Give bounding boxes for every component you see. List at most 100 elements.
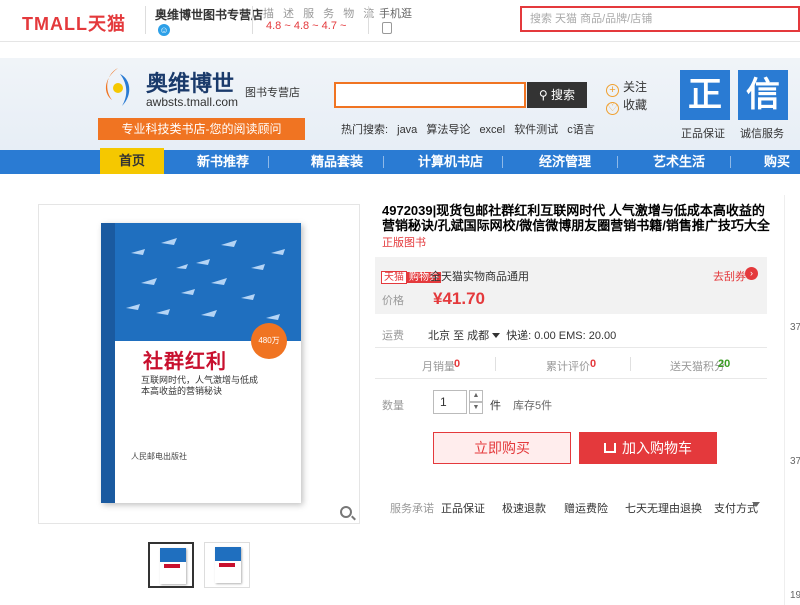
thumbnail-1[interactable] xyxy=(148,542,194,588)
service-fast-refund[interactable]: 极速退款 xyxy=(502,500,546,516)
store-name[interactable]: 奥维博世图书专营店 xyxy=(155,6,263,23)
mobile-icon[interactable] xyxy=(382,22,392,34)
reviews-label: 累计评价 xyxy=(546,361,590,373)
divider xyxy=(375,378,767,379)
integrity-badge-label: 诚信服务 xyxy=(740,128,784,140)
product-main-image[interactable]: 480万 社群红利 互联网时代，人气激增与低成本高收益的营销秘诀 人民邮电出版社 xyxy=(38,204,360,524)
nav-separator xyxy=(383,156,384,168)
coupon-link[interactable]: 去刮券 xyxy=(713,268,746,284)
nav-item-purchase-notes[interactable]: 购买须知 xyxy=(764,150,800,193)
top-bar: TMALL天猫 奥维博世图书专营店 ☺ 描 述 服 务 物 流 4.8 ~ 4.… xyxy=(0,0,800,42)
ratings-values[interactable]: 4.8 ~ 4.8 ~ 4.7 ~ xyxy=(266,20,346,32)
points-label: 送天猫积分 xyxy=(670,361,725,373)
promo-text: 全天猫实物商品通用 xyxy=(430,271,529,283)
mobile-shop-link[interactable]: 手机逛 xyxy=(379,5,412,21)
nav-separator xyxy=(617,156,618,168)
chevron-down-icon[interactable] xyxy=(752,502,760,507)
ship-destination-select[interactable]: 成都 xyxy=(467,330,489,342)
chevron-right-icon[interactable]: › xyxy=(745,267,758,280)
follow-button[interactable]: + 关注 xyxy=(606,78,647,97)
zoom-icon[interactable] xyxy=(340,506,352,518)
book-cover-title: 社群红利 xyxy=(143,351,227,373)
heart-icon: ♡ xyxy=(606,102,619,115)
edge-number: 19 xyxy=(790,590,800,601)
divider xyxy=(252,6,253,34)
ship-to-word: 至 xyxy=(453,330,465,342)
hot-search: 热门搜索: java 算法导论 excel 软件测试 c语言 xyxy=(341,121,601,137)
store-badge-icon[interactable]: ☺ xyxy=(158,24,170,36)
collect-button[interactable]: ♡ 收藏 xyxy=(606,96,647,115)
brand-title[interactable]: 奥维博世 xyxy=(146,66,234,98)
edge-number: 37 xyxy=(790,456,800,467)
nav-item-home[interactable]: 首页 xyxy=(100,148,164,174)
nav-separator xyxy=(502,156,503,168)
shipping-info: 北京 至 成都 快递: 0.00 EMS: 20.00 xyxy=(428,327,616,343)
integrity-badge-icon[interactable]: 信 xyxy=(738,70,788,120)
ship-from: 北京 xyxy=(428,330,450,342)
ship-detail: 快递: 0.00 EMS: 20.00 xyxy=(506,330,617,342)
tmall-logo-cn: 天猫 xyxy=(87,14,126,34)
nav-item-bundles[interactable]: 精品套装 xyxy=(311,150,363,174)
quantity-increase-icon[interactable]: ▲ xyxy=(469,390,483,402)
book-spine xyxy=(101,223,115,503)
hot-search-item[interactable]: java xyxy=(397,124,417,136)
nav-item-computer-books[interactable]: 计算机书店 xyxy=(418,150,483,174)
tmall-badge-text: 天猫 xyxy=(381,271,407,284)
hot-search-item[interactable]: c语言 xyxy=(567,124,595,136)
nav-item-new-books[interactable]: 新书推荐 xyxy=(197,150,249,174)
chevron-down-icon[interactable] xyxy=(492,333,501,338)
divider xyxy=(368,6,369,34)
price-label: 价格 xyxy=(382,295,404,307)
nav-item-economics[interactable]: 经济管理 xyxy=(539,150,591,174)
book-circle-badge: 480万 xyxy=(251,323,287,359)
store-search-input[interactable] xyxy=(334,82,526,108)
service-label: 服务承诺 xyxy=(390,503,434,515)
edge-number: 37 xyxy=(790,322,800,333)
quantity-label: 数量 xyxy=(382,400,404,412)
store-search-button[interactable]: ⚲ 搜索 xyxy=(527,82,587,108)
collect-label: 收藏 xyxy=(623,98,648,112)
cart-icon xyxy=(604,443,616,453)
brand-subtitle: 图书专营店 xyxy=(245,87,300,99)
authentic-badge-icon[interactable]: 正 xyxy=(680,70,730,120)
thumbnail-2[interactable] xyxy=(204,542,250,588)
product-title: 4972039|现货包邮社群红利互联网时代 人气激增与低成本高收益的营销秘诀/孔… xyxy=(382,203,770,233)
follow-label: 关注 xyxy=(623,80,648,94)
ratings-label: 描 述 服 务 物 流 xyxy=(263,8,378,20)
service-7day-return[interactable]: 七天无理由退换 xyxy=(625,500,702,516)
service-shipping-insurance[interactable]: 赠运费险 xyxy=(564,500,608,516)
shipping-label: 运费 xyxy=(382,330,404,342)
top-search-input[interactable]: 搜索 天猫 商品/品牌/店铺 xyxy=(520,6,800,32)
reviews-value[interactable]: 0 xyxy=(590,358,596,370)
add-to-cart-button[interactable]: 加入购物车 xyxy=(579,432,717,464)
quantity-decrease-icon[interactable]: ▼ xyxy=(469,402,483,414)
buy-now-button[interactable]: 立即购买 xyxy=(433,432,571,464)
brand-url[interactable]: awbsts.tmall.com xyxy=(146,95,238,109)
nav-separator xyxy=(268,156,269,168)
product-tag: 正版图书 xyxy=(382,237,426,249)
authentic-badge-label: 正品保证 xyxy=(681,128,725,140)
right-sidebar-edge xyxy=(784,195,800,605)
quantity-unit: 件 xyxy=(490,400,501,412)
book-cover: 480万 社群红利 互联网时代，人气激增与低成本高收益的营销秘诀 人民邮电出版社 xyxy=(101,223,301,503)
tmall-logo-text: TMALL xyxy=(22,14,88,34)
hot-search-item[interactable]: 软件测试 xyxy=(514,124,558,136)
price: ¥41.70 xyxy=(433,289,485,308)
book-cover-subtitle: 互联网时代，人气激增与低成本高收益的营销秘诀 xyxy=(141,375,259,396)
nav-separator xyxy=(730,156,731,168)
divider xyxy=(375,347,767,348)
search-icon: ⚲ xyxy=(538,88,552,102)
divider xyxy=(145,6,146,34)
nav-item-art-life[interactable]: 艺术生活 xyxy=(653,150,705,174)
service-authentic[interactable]: 正品保证 xyxy=(441,500,485,516)
hot-search-item[interactable]: 算法导论 xyxy=(426,124,470,136)
tmall-logo[interactable]: TMALL天猫 xyxy=(22,10,126,36)
monthly-sales-label: 月销量 xyxy=(422,361,455,373)
quantity-input[interactable]: 1 xyxy=(433,390,467,414)
hot-search-label: 热门搜索: xyxy=(341,124,389,136)
divider xyxy=(630,357,631,371)
slogan-banner: 专业科技类书店-您的阅读顾问 xyxy=(98,118,305,140)
points-value: 20 xyxy=(718,358,731,370)
store-logo-icon[interactable] xyxy=(98,64,138,112)
hot-search-item[interactable]: excel xyxy=(479,124,505,136)
